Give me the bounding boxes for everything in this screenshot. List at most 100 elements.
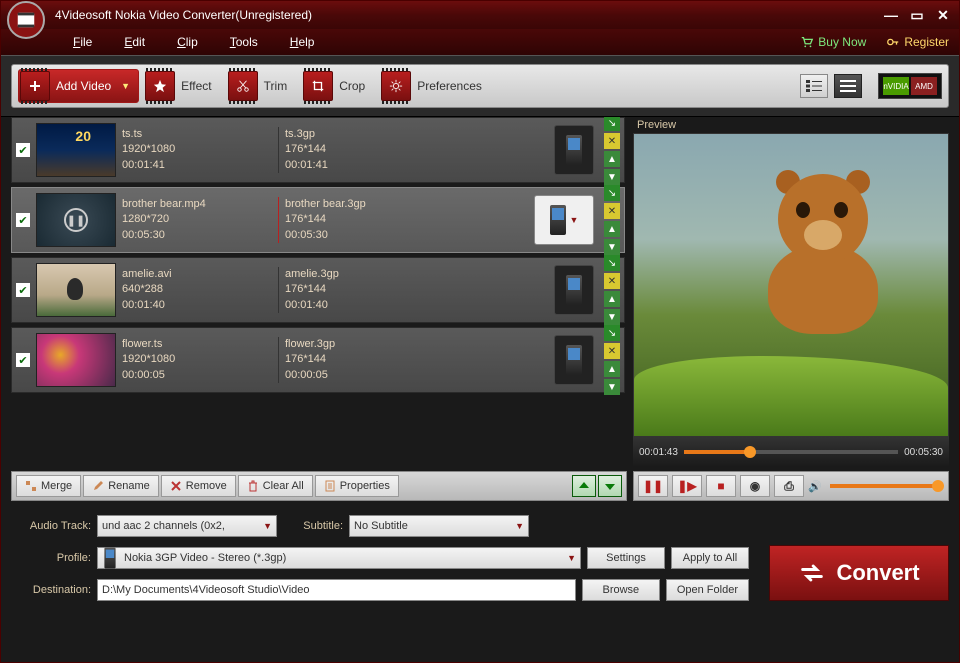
file-checkbox[interactable]: ✔: [16, 283, 30, 297]
toolbar-container: Add Video ▼ Effect Trim Crop Preferences: [1, 55, 959, 117]
snapshot-button[interactable]: ◉: [740, 475, 770, 497]
file-row[interactable]: ✔❚❚brother bear.mp41280*72000:05:30broth…: [11, 187, 625, 253]
row-down-button[interactable]: ▼: [604, 239, 620, 255]
separator: [278, 127, 279, 173]
buy-now-link[interactable]: Buy Now: [790, 35, 876, 49]
move-down-button[interactable]: [598, 475, 622, 497]
move-up-button[interactable]: [572, 475, 596, 497]
effect-button[interactable]: Effect: [145, 69, 221, 103]
destination-field[interactable]: D:\My Documents\4Videosoft Studio\Video: [97, 579, 576, 601]
row-side-buttons: ↘ ✕ ▲ ▼: [604, 117, 620, 185]
file-row[interactable]: ✔ flower.ts1920*108000:00:05 flower.3gp176…: [11, 327, 625, 393]
menu-clip[interactable]: Clip: [161, 35, 214, 49]
audio-track-label: Audio Track:: [11, 520, 91, 532]
file-checkbox[interactable]: ✔: [16, 143, 30, 157]
chevron-down-icon: ▼: [561, 553, 576, 563]
file-row[interactable]: ✔ts.ts1920*108000:01:41ts.3gp176*14400:0…: [11, 117, 625, 183]
row-up-button[interactable]: ▲: [604, 151, 620, 167]
file-source-meta: brother bear.mp41280*72000:05:30: [122, 197, 272, 243]
trim-button[interactable]: Trim: [228, 69, 298, 103]
profile-combo[interactable]: Nokia 3GP Video - Stereo (*.3gp) ▼: [97, 547, 581, 569]
audio-track-combo[interactable]: und aac 2 channels (0x2,▼: [97, 515, 277, 537]
list-toolbar: Merge Rename Remove Clear All Properties: [11, 471, 627, 501]
row-side-buttons: ↘ ✕ ▲ ▼: [604, 255, 620, 325]
stop-button[interactable]: ■: [706, 475, 736, 497]
file-thumbnail: [36, 123, 116, 177]
add-video-button[interactable]: Add Video ▼: [18, 69, 139, 103]
convert-button[interactable]: Convert: [769, 545, 949, 601]
volume-slider[interactable]: [830, 484, 940, 488]
row-remove-button[interactable]: ↘: [604, 117, 620, 131]
effect-icon: [145, 71, 175, 101]
clear-all-button[interactable]: Clear All: [238, 475, 313, 497]
settings-button[interactable]: Settings: [587, 547, 665, 569]
preview-total: 00:05:30: [904, 447, 943, 458]
file-checkbox[interactable]: ✔: [16, 213, 30, 227]
remove-button[interactable]: Remove: [161, 475, 236, 497]
crop-icon: [303, 71, 333, 101]
row-down-button[interactable]: ▼: [604, 169, 620, 185]
row-remove-button[interactable]: ↘: [604, 255, 620, 271]
row-remove-button[interactable]: ↘: [604, 185, 620, 201]
crop-button[interactable]: Crop: [303, 69, 375, 103]
merge-button[interactable]: Merge: [16, 475, 81, 497]
row-down-button[interactable]: ▼: [604, 379, 620, 395]
row-close-button[interactable]: ✕: [604, 343, 620, 359]
pause-button[interactable]: ❚❚: [638, 475, 668, 497]
gpu-badge: nVIDIA AMD: [878, 73, 942, 99]
browse-button[interactable]: Browse: [582, 579, 660, 601]
preview-screen: [633, 133, 949, 437]
snapshot-folder-button[interactable]: ⎙: [774, 475, 804, 497]
main-toolbar: Add Video ▼ Effect Trim Crop Preferences: [11, 64, 949, 108]
separator: [278, 267, 279, 313]
menu-help[interactable]: Help: [274, 35, 331, 49]
rename-button[interactable]: Rename: [83, 475, 159, 497]
row-remove-button[interactable]: ↘: [604, 325, 620, 341]
file-output-meta: brother bear.3gp176*14400:05:30: [285, 197, 435, 243]
file-row[interactable]: ✔amelie.avi640*28800:01:40amelie.3gp176*…: [11, 257, 625, 323]
view-list-button[interactable]: [800, 74, 828, 98]
properties-button[interactable]: Properties: [315, 475, 399, 497]
preview-frame: [634, 134, 948, 436]
row-up-button[interactable]: ▲: [604, 361, 620, 377]
output-device-button[interactable]: [554, 265, 594, 315]
minimize-button[interactable]: —: [881, 6, 901, 24]
output-device-button[interactable]: [554, 335, 594, 385]
volume-icon: 🔊: [808, 480, 822, 493]
apply-to-all-button[interactable]: Apply to All: [671, 547, 749, 569]
step-button[interactable]: ❚▶: [672, 475, 702, 497]
menu-edit[interactable]: Edit: [108, 35, 161, 49]
separator: [278, 337, 279, 383]
menu-file[interactable]: File: [57, 35, 108, 49]
app-window: 4Videosoft Nokia Video Converter(Unregis…: [0, 0, 960, 663]
row-down-button[interactable]: ▼: [604, 309, 620, 325]
merge-icon: [25, 480, 37, 492]
open-folder-button[interactable]: Open Folder: [666, 579, 749, 601]
output-device-button[interactable]: [554, 125, 594, 175]
preferences-button[interactable]: Preferences: [381, 69, 492, 103]
subtitle-label: Subtitle:: [283, 520, 343, 532]
file-thumbnail: [36, 263, 116, 317]
file-checkbox[interactable]: ✔: [16, 353, 30, 367]
amd-icon: AMD: [911, 77, 937, 95]
file-source-meta: flower.ts1920*108000:00:05: [122, 337, 272, 383]
menu-tools[interactable]: Tools: [214, 35, 274, 49]
row-close-button[interactable]: ✕: [604, 203, 620, 219]
seek-slider[interactable]: [684, 450, 898, 454]
row-up-button[interactable]: ▲: [604, 221, 620, 237]
view-detail-button[interactable]: [834, 74, 862, 98]
key-icon: [886, 35, 900, 49]
row-close-button[interactable]: ✕: [604, 273, 620, 289]
file-source-meta: ts.ts1920*108000:01:41: [122, 127, 272, 173]
file-output-meta: flower.3gp176*14400:00:05: [285, 337, 435, 383]
row-up-button[interactable]: ▲: [604, 291, 620, 307]
row-close-button[interactable]: ✕: [604, 133, 620, 149]
subtitle-combo[interactable]: No Subtitle▼: [349, 515, 529, 537]
close-button[interactable]: ✕: [933, 6, 953, 24]
trim-icon: [228, 71, 258, 101]
maximize-button[interactable]: ▭: [907, 6, 927, 24]
row-side-buttons: ↘ ✕ ▲ ▼: [604, 185, 620, 255]
register-link[interactable]: Register: [876, 35, 959, 49]
output-device-button[interactable]: ▼: [534, 195, 594, 245]
menu-bar: File Edit Clip Tools Help Buy Now Regist…: [1, 29, 959, 55]
